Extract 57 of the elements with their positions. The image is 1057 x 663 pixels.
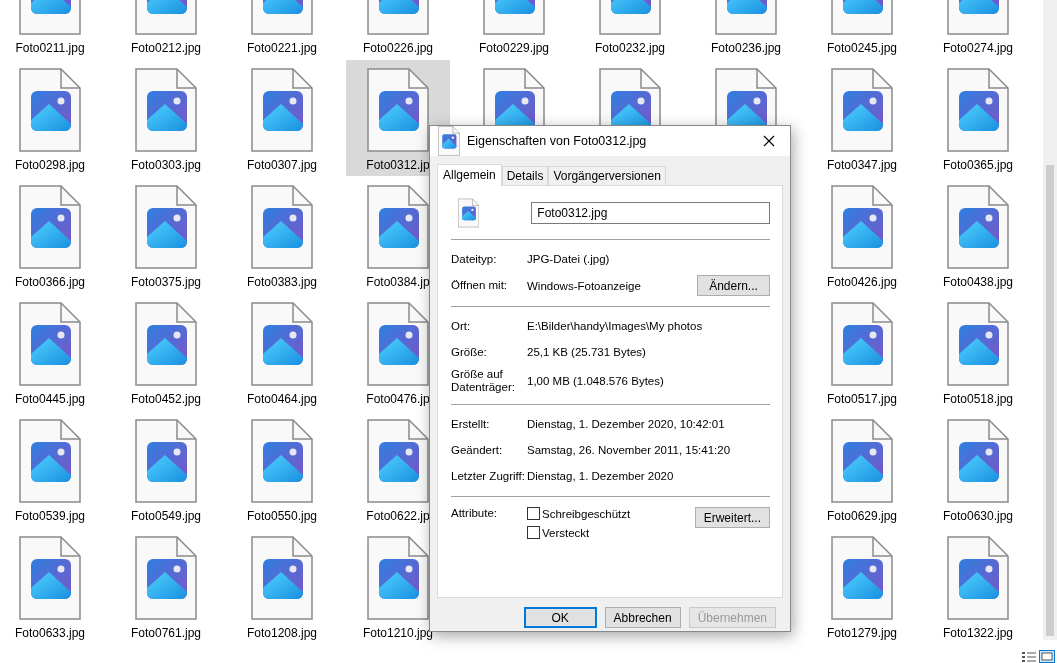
dialog-title: Eigenschaften von Foto0312.jpg — [467, 134, 648, 148]
property-label: Größe: — [451, 345, 488, 359]
file-name: Foto0517.jpg — [826, 392, 898, 406]
file-name: Foto0221.jpg — [246, 41, 318, 55]
file-name: Foto0630.jpg — [942, 509, 1014, 523]
property-label: Größe auf Datenträger: — [451, 368, 516, 394]
file-name: Foto0365.jpg — [942, 158, 1014, 172]
file-name: Foto0366.jpg — [14, 275, 86, 289]
file-name: Foto0761.jpg — [130, 626, 202, 640]
property-label: Geändert: — [451, 443, 504, 457]
file-name: Foto0298.jpg — [14, 158, 86, 172]
file-name: Foto0383.jpg — [246, 275, 318, 289]
file-name: Foto0476.jp — [366, 392, 430, 406]
file-name: Foto0303.jpg — [130, 158, 202, 172]
property-label: Dateityp: — [451, 252, 498, 266]
file-name: Foto0312.jp — [366, 158, 430, 172]
file-name: Foto0539.jpg — [14, 509, 86, 523]
property-value: JPG-Datei (.jpg) — [527, 253, 611, 265]
property-value: Windows-Fotoanzeige — [527, 279, 642, 292]
file-name: Foto0236.jpg — [710, 41, 782, 55]
file-name: Foto1210.jpg — [362, 626, 434, 640]
file-name: Foto0629.jpg — [826, 509, 898, 523]
file-name: Foto0212.jpg — [130, 41, 202, 55]
file-name: Foto0426.jpg — [826, 275, 898, 289]
file-name: Foto0384.jp — [366, 275, 430, 289]
file-name: Foto0633.jpg — [14, 626, 86, 640]
property-value: 25,1 KB (25.731 Bytes) — [527, 346, 647, 358]
file-name: Foto0452.jpg — [130, 392, 202, 406]
file-name: Foto0229.jpg — [478, 41, 550, 55]
file-name: Foto0232.jpg — [594, 41, 666, 55]
file-name: Foto0550.jpg — [246, 509, 318, 523]
file-name: Foto0347.jpg — [826, 158, 898, 172]
file-name: Foto0307.jpg — [246, 158, 318, 172]
file-name: Foto1322.jpg — [942, 626, 1014, 640]
property-value: Dienstag, 1. Dezember 2020 — [527, 470, 675, 482]
property-value: Dienstag, 1. Dezember 2020, 10:42:01 — [527, 418, 726, 430]
file-name: Foto0375.jpg — [130, 275, 202, 289]
file-name: Foto0445.jpg — [14, 392, 86, 406]
property-label: Attribute: — [451, 507, 499, 520]
file-name: Foto0622.jp — [366, 509, 430, 523]
property-value: E:\Bilder\handy\Images\My photos — [527, 320, 704, 332]
property-label: Erstellt: — [451, 417, 491, 431]
property-value: Samstag, 26. November 2011, 15:41:20 — [527, 444, 732, 456]
property-value: 1,00 MB (1.048.576 Bytes) — [527, 375, 665, 387]
file-name: Foto0438.jpg — [942, 275, 1014, 289]
file-name: Foto0245.jpg — [826, 41, 898, 55]
property-label: Öffnen mit: — [451, 279, 509, 292]
property-label: Letzter Zugriff: — [451, 469, 526, 483]
property-label: Ort: — [451, 319, 472, 333]
file-name: Foto1279.jpg — [826, 626, 898, 640]
file-name: Foto0464.jpg — [246, 392, 318, 406]
file-name: Foto0518.jpg — [942, 392, 1014, 406]
file-name: Foto0226.jpg — [362, 41, 434, 55]
file-name: Foto1208.jpg — [246, 626, 318, 640]
file-name: Foto0274.jpg — [942, 41, 1014, 55]
file-name: Foto0549.jpg — [130, 509, 202, 523]
file-name: Foto0211.jpg — [15, 41, 85, 55]
